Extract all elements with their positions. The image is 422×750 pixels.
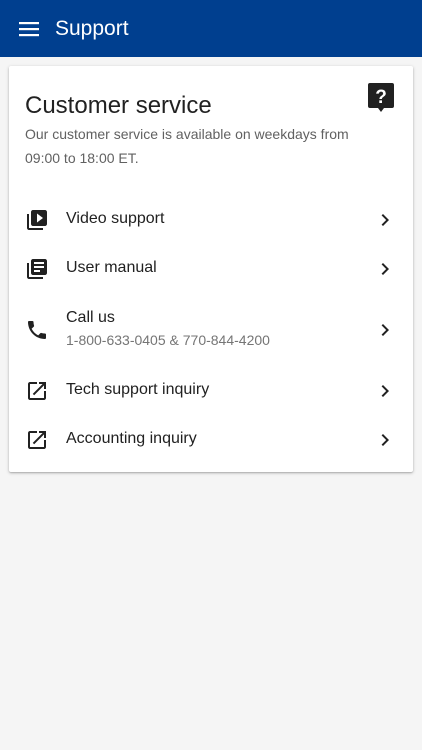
customer-service-card: Customer service ? Our customer service …	[9, 66, 413, 472]
chevron-right-icon	[381, 324, 389, 336]
card-header: Customer service ? Our customer service …	[9, 66, 413, 186]
video-library-icon	[27, 210, 47, 230]
menu-button[interactable]	[0, 0, 58, 57]
list-item-label: Tech support inquiry	[66, 381, 210, 398]
list-item-label: Call us	[66, 309, 115, 326]
open-in-new-icon	[28, 431, 46, 449]
card-description: Our customer service is available on wee…	[25, 126, 349, 166]
chevron-right-icon	[381, 434, 389, 446]
open-in-new-icon	[28, 382, 46, 400]
phone-icon	[28, 321, 46, 339]
list-item-accounting-inquiry[interactable]: Accounting inquiry	[9, 416, 413, 464]
chevron-right-icon	[381, 214, 389, 226]
phone-numbers: 1-800-633-0405 & 770-844-4200	[66, 332, 270, 348]
app-bar-title: Support	[55, 16, 129, 40]
list-item-call-us[interactable]: Call us 1-800-633-0405 & 770-844-4200	[9, 298, 413, 362]
list-item-user-manual[interactable]: User manual	[9, 245, 413, 293]
list-item-tech-support-inquiry[interactable]: Tech support inquiry	[9, 367, 413, 415]
list-item-label: Video support	[66, 210, 165, 227]
library-books-icon	[27, 259, 47, 279]
help-icon[interactable]: ?	[367, 82, 395, 114]
svg-text:?: ?	[375, 87, 387, 108]
card-title: Customer service	[25, 92, 212, 119]
chevron-right-icon	[381, 385, 389, 397]
menu-icon	[19, 21, 39, 36]
app-bar: Support	[0, 0, 422, 57]
list-item-label: Accounting inquiry	[66, 430, 197, 447]
chevron-right-icon	[381, 263, 389, 275]
list-item-video-support[interactable]: Video support	[9, 196, 413, 244]
list-item-label: User manual	[66, 259, 157, 276]
